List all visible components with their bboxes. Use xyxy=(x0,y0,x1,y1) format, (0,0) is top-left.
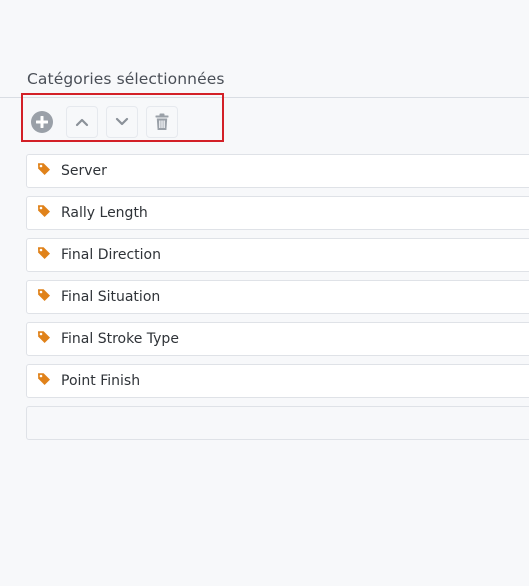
category-item[interactable]: Rally Length xyxy=(26,196,529,230)
category-label: Server xyxy=(61,163,107,179)
category-list: Server Rally Length Final Direction Final S… xyxy=(26,154,529,448)
tag-icon xyxy=(37,330,51,344)
category-item[interactable]: Final Stroke Type xyxy=(26,322,529,356)
tag-icon xyxy=(37,288,51,302)
category-item[interactable]: Final Situation xyxy=(26,280,529,314)
category-label: Point Finish xyxy=(61,373,141,389)
section-title: Catégories sélectionnées xyxy=(27,70,225,88)
category-item[interactable]: Server xyxy=(26,154,529,188)
tag-icon xyxy=(37,246,51,260)
tag-icon xyxy=(37,372,51,386)
category-item[interactable]: Final Direction xyxy=(26,238,529,272)
tag-icon xyxy=(37,162,51,176)
category-label: Rally Length xyxy=(61,205,148,221)
tag-icon xyxy=(37,204,51,218)
category-item[interactable]: Point Finish xyxy=(26,364,529,398)
category-label: Final Stroke Type xyxy=(61,331,179,347)
category-label: Final Direction xyxy=(61,247,161,263)
new-category-slot[interactable] xyxy=(26,406,529,440)
toolbar-highlight xyxy=(21,93,224,142)
category-label: Final Situation xyxy=(61,289,161,305)
category-selection-panel: Catégories sélectionnées Server Rally Le… xyxy=(0,0,529,586)
